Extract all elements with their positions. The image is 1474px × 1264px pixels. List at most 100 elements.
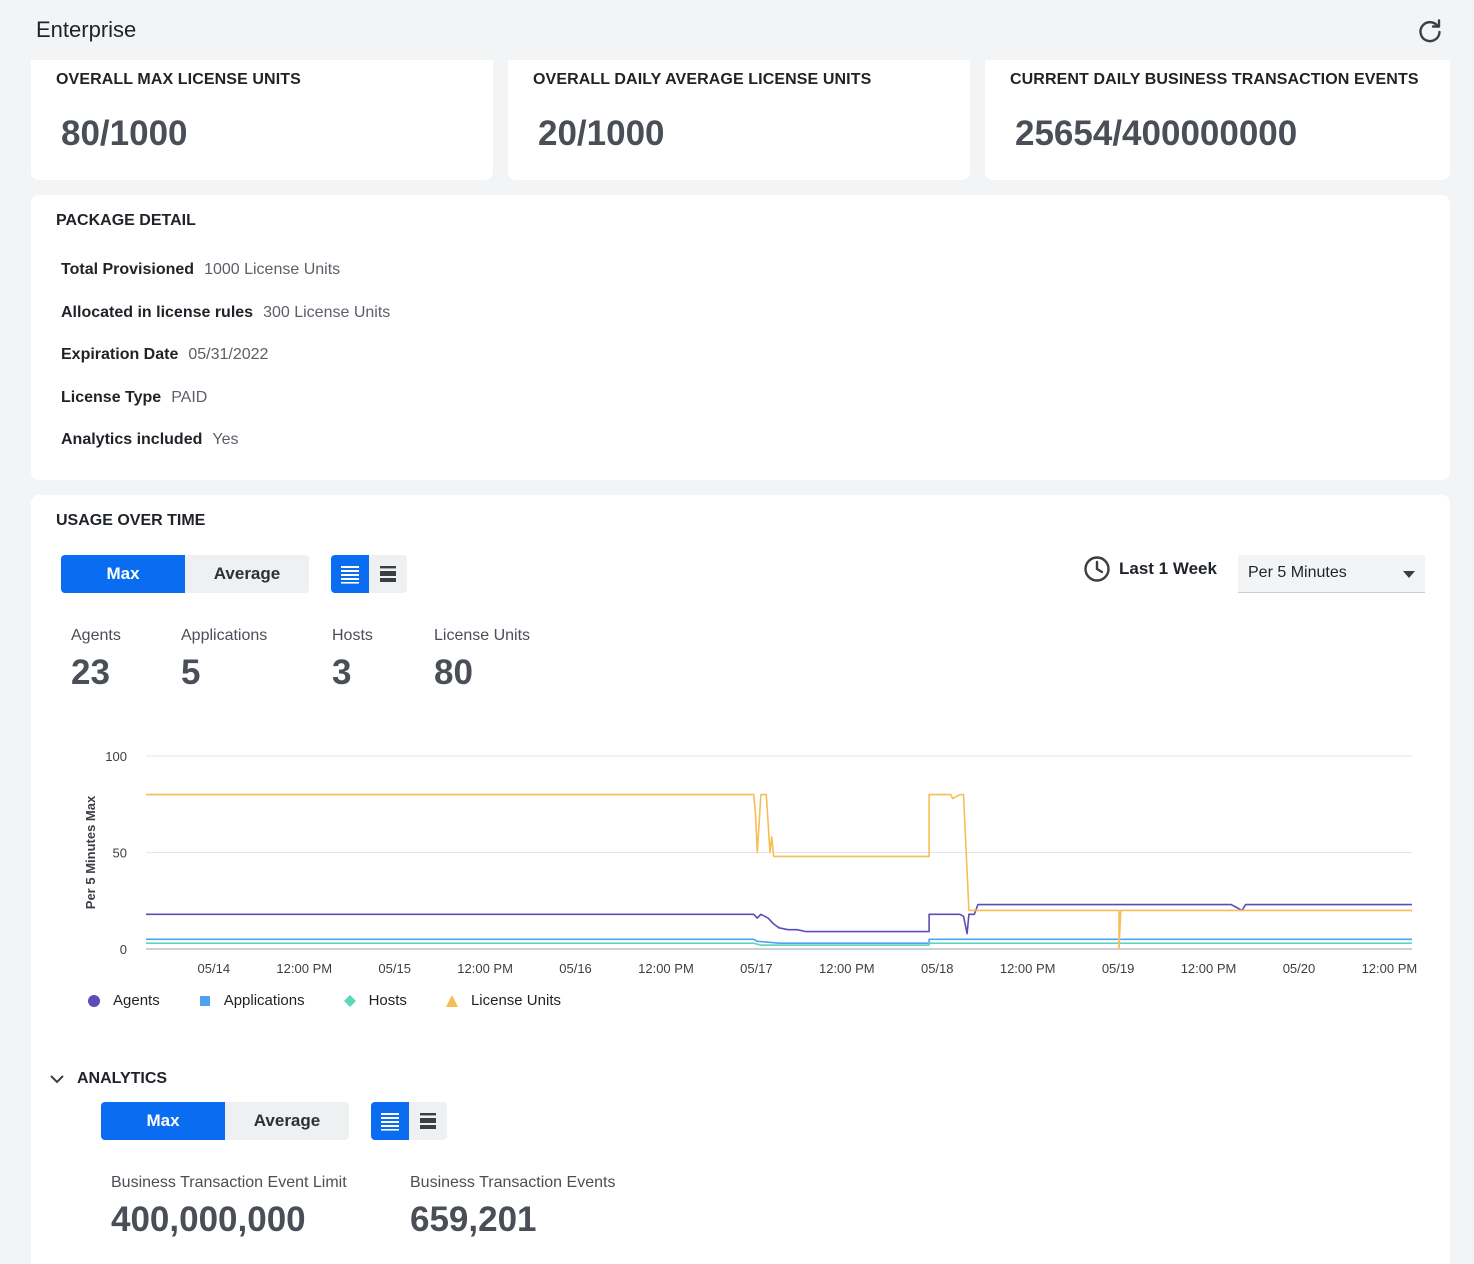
square-marker-icon <box>199 995 210 1006</box>
kpi-card-business-transaction-events: CURRENT DAILY BUSINESS TRANSACTION EVENT… <box>985 60 1450 180</box>
legend-item-hosts[interactable]: Hosts <box>343 992 407 1009</box>
legend-item-applications[interactable]: Applications <box>198 992 305 1009</box>
legend-item-license-units[interactable]: License Units <box>445 992 561 1009</box>
analytics-average-toggle-button[interactable]: Average <box>225 1102 349 1140</box>
stat-license-units: License Units 80 <box>434 627 530 693</box>
stat-label: Applications <box>181 627 268 644</box>
x-tick-label: 05/20 <box>1283 961 1316 976</box>
granularity-value: Per 5 Minutes <box>1248 564 1347 581</box>
stat-agents: Agents 23 <box>71 627 121 693</box>
x-tick-label: 05/15 <box>378 961 411 976</box>
detail-label: License Type <box>61 389 162 406</box>
stat-label: Hosts <box>332 627 373 644</box>
x-tick-label: 12:00 PM <box>638 961 694 976</box>
kpi-card-daily-average-license-units: OVERALL DAILY AVERAGE LICENSE UNITS 20/1… <box>508 60 970 180</box>
x-tick-label: 05/19 <box>1102 961 1135 976</box>
detail-row-allocated: Allocated in license rules 300 License Un… <box>61 304 390 322</box>
detail-row-analytics-included: Analytics included Yes <box>61 431 238 449</box>
x-tick-label: 12:00 PM <box>457 961 513 976</box>
time-range-label: Last 1 Week <box>1119 559 1217 578</box>
chevron-down-icon <box>1403 571 1415 578</box>
list-view-button[interactable] <box>331 555 369 593</box>
usage-over-time-card: USAGE OVER TIME Max Average Last 1 Week … <box>31 495 1450 1264</box>
usage-view-toggle <box>331 555 407 593</box>
x-tick-label: 12:00 PM <box>276 961 332 976</box>
detail-label: Total Provisioned <box>61 261 195 278</box>
legend-label: Agents <box>113 992 160 1009</box>
list-view-icon <box>341 566 359 584</box>
refresh-icon[interactable] <box>1416 17 1444 45</box>
detail-value: 300 License Units <box>263 304 391 321</box>
chart-legend: Agents Applications Hosts License Units <box>87 992 599 1009</box>
kpi-value: 80/1000 <box>61 114 188 153</box>
legend-label: Applications <box>223 992 305 1009</box>
top-bar: Enterprise <box>0 0 1474 60</box>
analytics-collapse-toggle[interactable]: ANALYTICS <box>49 1070 167 1088</box>
stacked-view-icon <box>420 1113 436 1129</box>
y-tick-label: 0 <box>120 942 127 957</box>
stat-value: 80 <box>434 653 473 692</box>
legend-label: Hosts <box>368 992 407 1009</box>
series-line-license-units <box>146 793 1412 950</box>
max-toggle-button[interactable]: Max <box>61 555 185 593</box>
analytics-aggregation-toggle: Max Average <box>101 1102 349 1140</box>
detail-value: Yes <box>212 431 239 448</box>
detail-row-license-type: License Type PAID <box>61 389 207 407</box>
stat-hosts: Hosts 3 <box>332 627 373 693</box>
analytics-stacked-view-button[interactable] <box>409 1102 447 1140</box>
kpi-card-max-license-units: OVERALL MAX LICENSE UNITS 80/1000 <box>31 60 493 180</box>
x-tick-label: 05/18 <box>921 961 954 976</box>
usage-aggregation-toggle: Max Average <box>61 555 309 593</box>
detail-row-total-provisioned: Total Provisioned 1000 License Units <box>61 261 340 279</box>
x-tick-label: 05/16 <box>559 961 592 976</box>
y-tick-label: 50 <box>113 846 127 861</box>
kpi-value: 20/1000 <box>538 114 665 153</box>
time-range-picker[interactable]: Last 1 Week <box>1083 555 1217 583</box>
stacked-view-button[interactable] <box>369 555 407 593</box>
detail-value: PAID <box>171 389 208 406</box>
granularity-dropdown[interactable]: Per 5 Minutes <box>1238 555 1425 593</box>
series-line-agents <box>146 903 1412 935</box>
x-tick-label: 12:00 PM <box>1000 961 1056 976</box>
y-tick-label: 100 <box>105 749 127 764</box>
x-tick-label: 12:00 PM <box>1181 961 1237 976</box>
stat-value: 5 <box>181 653 201 692</box>
stat-label: Business Transaction Event Limit <box>111 1174 347 1191</box>
stat-value: 400,000,000 <box>111 1200 306 1239</box>
kpi-title: OVERALL DAILY AVERAGE LICENSE UNITS <box>533 71 872 88</box>
clock-icon <box>1084 556 1110 582</box>
stat-bte-events: Business Transaction Events 659,201 <box>410 1174 615 1240</box>
package-detail-card: PACKAGE DETAIL Total Provisioned 1000 Lic… <box>31 195 1450 480</box>
detail-value: 1000 License Units <box>204 261 341 278</box>
usage-line-chart: 0 50 100 Per 5 Minutes Max 05/14 12:00 PM 05/1… <box>83 749 1418 976</box>
x-tick-label: 05/14 <box>198 961 231 976</box>
x-tick-label: 12:00 PM <box>1362 961 1418 976</box>
triangle-marker-icon <box>445 994 458 1007</box>
detail-label: Allocated in license rules <box>61 304 254 321</box>
detail-row-expiration-date: Expiration Date 05/31/2022 <box>61 346 268 364</box>
stat-label: License Units <box>434 627 531 644</box>
diamond-marker-icon <box>343 994 356 1007</box>
legend-item-agents[interactable]: Agents <box>87 992 160 1009</box>
average-toggle-button[interactable]: Average <box>185 555 309 593</box>
kpi-value: 25654/400000000 <box>1015 114 1298 153</box>
page-title: Enterprise <box>36 17 137 42</box>
analytics-title: ANALYTICS <box>77 1070 168 1087</box>
stat-bte-limit: Business Transaction Event Limit 400,000… <box>111 1174 347 1240</box>
stat-value: 3 <box>332 653 352 692</box>
stat-label: Agents <box>71 627 121 644</box>
detail-value: 05/31/2022 <box>188 346 269 363</box>
kpi-title: OVERALL MAX LICENSE UNITS <box>56 71 301 88</box>
stacked-view-icon <box>380 566 396 582</box>
y-axis-label: Per 5 Minutes Max <box>83 795 98 909</box>
detail-label: Expiration Date <box>61 346 179 363</box>
list-view-icon <box>381 1113 399 1131</box>
x-tick-label: 12:00 PM <box>819 961 875 976</box>
x-tick-label: 05/17 <box>740 961 773 976</box>
circle-marker-icon <box>88 994 100 1007</box>
analytics-list-view-button[interactable] <box>371 1102 409 1140</box>
analytics-max-toggle-button[interactable]: Max <box>101 1102 225 1140</box>
usage-title: USAGE OVER TIME <box>56 512 206 529</box>
stat-applications: Applications 5 <box>181 627 267 693</box>
legend-label: License Units <box>470 992 561 1009</box>
